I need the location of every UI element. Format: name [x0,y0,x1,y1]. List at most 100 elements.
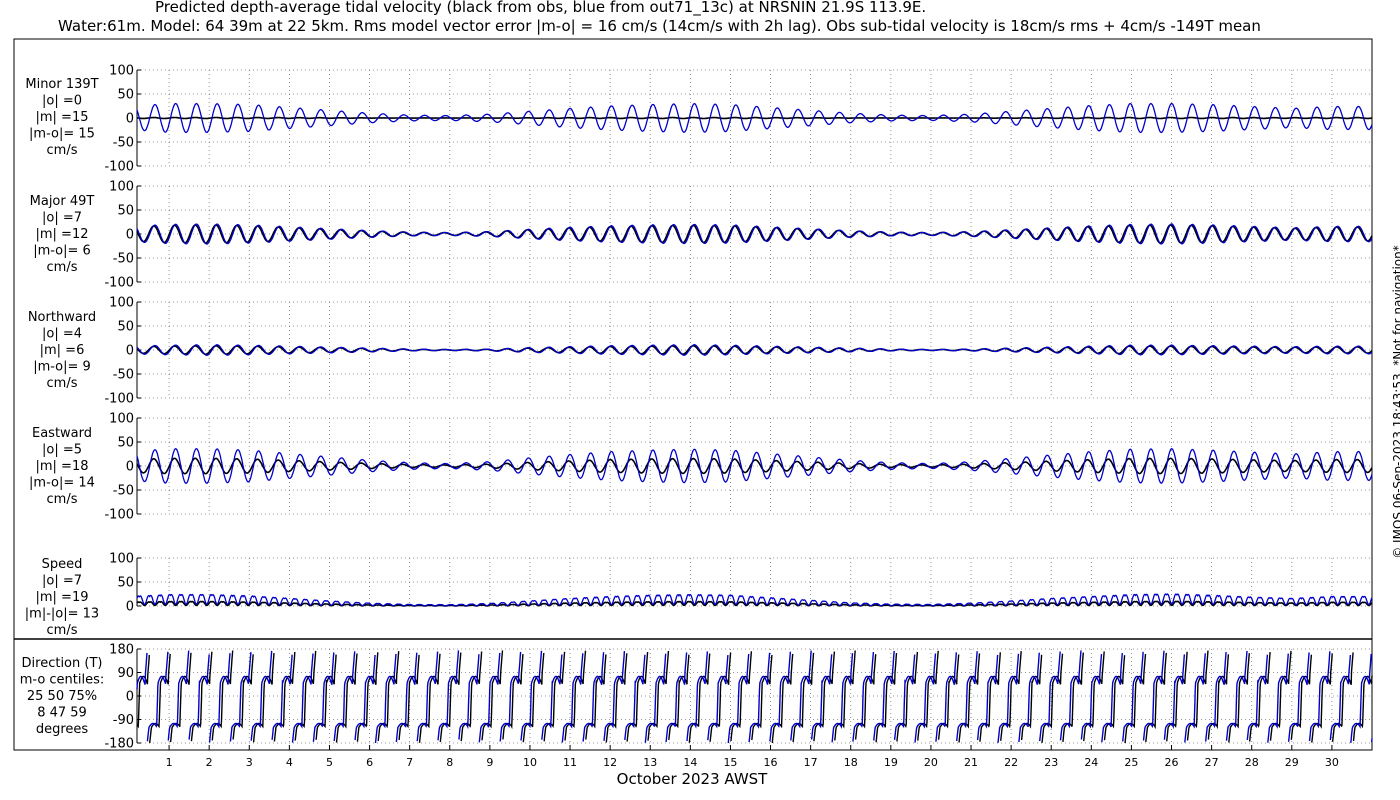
panel-label: Minor 139T [25,77,98,92]
x-tick-label: 20 [924,756,938,769]
x-tick-label: 26 [1165,756,1179,769]
x-tick-label: 6 [366,756,373,769]
panel-label: |o| =7 [42,211,82,226]
x-tick-label: 22 [1004,756,1018,769]
y-tick-label: 0 [126,344,134,359]
x-tick-label: 2 [206,756,213,769]
y-tick-label: 100 [109,296,134,311]
panel-label: |m-o|= 6 [33,244,91,259]
x-tick-label: 5 [326,756,333,769]
x-tick-label: 17 [804,756,818,769]
panel-label: |m| =6 [40,343,85,358]
y-tick-label: 50 [117,88,134,103]
panel-label: Speed [42,557,83,572]
x-axis-label: October 2023 AWST [617,770,769,788]
y-tick-label: 0 [126,600,134,615]
y-tick-label: 50 [117,320,134,335]
x-tick-label: 21 [964,756,978,769]
panel-label: degrees [36,722,89,737]
x-tick-label: 9 [486,756,493,769]
panel-label: Direction (T) [22,656,103,671]
y-tick-label: -180 [104,737,134,752]
x-tick-label: 8 [446,756,453,769]
panel-label: cm/s [47,623,78,638]
y-tick-label: -50 [113,252,134,267]
panel-label: |o| =7 [42,574,82,589]
x-tick-label: 29 [1285,756,1299,769]
x-tick-label: 18 [844,756,858,769]
y-tick-label: 50 [117,576,134,591]
y-tick-label: 0 [126,460,134,475]
y-tick-label: -100 [104,160,134,175]
panel-label: Eastward [32,426,92,441]
panel-label: |m| =12 [36,227,89,242]
y-tick-label: 100 [109,412,134,427]
y-tick-label: 90 [117,666,134,681]
panel-major: 100 50 0 -50 -100 Major 49T |o| =7|m| =12 |m-o|… [30,180,1373,291]
x-tick-label: 28 [1245,756,1259,769]
x-tick-label: 23 [1044,756,1058,769]
y-tick-label: 100 [109,64,134,79]
x-tick-label: 13 [643,756,657,769]
y-tick-label: 100 [109,552,134,567]
panel-label: 25 50 75% [27,689,97,704]
panel-label: |m|-|o|= 13 [25,607,99,622]
x-tick-label: 12 [603,756,617,769]
y-tick-label: 0 [126,228,134,243]
y-tick-label: -50 [113,136,134,151]
panel-label: |o| =0 [42,94,82,109]
panel-label: cm/s [47,376,78,391]
panel-label: |m-o|= 14 [29,476,95,491]
x-tick-label: 10 [523,756,537,769]
x-tick-label: 4 [286,756,293,769]
y-tick-label: -50 [113,484,134,499]
x-tick-label: 25 [1124,756,1138,769]
panel-label: |m| =19 [36,590,89,605]
panel-label: |m-o|= 9 [33,360,91,375]
y-tick-label: -90 [113,713,134,728]
x-tick-label: 11 [563,756,577,769]
panel-eastward: 100 50 0 -50 -100 Eastward |o| =5|m| =18 |m-o|=… [29,412,1373,523]
y-tick-label: 50 [117,204,134,219]
y-tick-label: 0 [126,690,134,705]
x-tick-label: 15 [723,756,737,769]
x-tick-label: 1 [166,756,173,769]
panel-direction: 180 90 0 -90 -180 Direction (T) m-o centiles:2… [20,643,1373,752]
tidal-velocity-chart: 1 2 3 4 5 6 7 8 9 10 11 12 13 14 15 16 17 18 19 20 21 22 23 24 2… [13,38,1373,788]
x-tick-label: 14 [683,756,697,769]
y-tick-label: -100 [104,392,134,407]
panel-label: 8 47 59 [37,706,87,721]
x-tick-label: 19 [884,756,898,769]
panel-label: |m| =18 [36,459,89,474]
panel-label: |m-o|= 15 [29,127,95,142]
y-tick-label: -50 [113,368,134,383]
panel-label: m-o centiles: [20,673,105,688]
x-tick-label: 24 [1084,756,1098,769]
panel-speed: 100 50 0 Speed |o| =7|m| =19 |m|-|o|= 13cm/s [25,552,1373,638]
panel-label: Major 49T [30,194,95,209]
x-tick-label: 7 [406,756,413,769]
y-tick-label: -100 [104,508,134,523]
panel-label: Northward [28,310,96,325]
y-tick-label: -100 [104,276,134,291]
x-tick-label: 3 [246,756,253,769]
panel-minor: 100 50 0 -50 -100 Minor 139T |o| =0|m| =15 |m-o… [25,64,1373,175]
y-tick-label: 50 [117,436,134,451]
outer-frame [13,38,1373,751]
y-tick-label: 0 [126,112,134,127]
model-series-line [136,344,1373,356]
model-series-line [136,223,1373,245]
panel-label: |o| =4 [42,327,82,342]
x-tick-label: 16 [764,756,778,769]
y-tick-label: 100 [109,180,134,195]
panel-label: cm/s [47,260,78,275]
x-tick-label: 27 [1205,756,1219,769]
panel-label: |m| =15 [36,110,89,125]
x-tick-label: 30 [1325,756,1339,769]
y-tick-label: 180 [109,643,134,658]
panel-label: cm/s [47,492,78,507]
panel-label: |o| =5 [42,443,82,458]
panel-label: cm/s [47,143,78,158]
panel-northward: 100 50 0 -50 -100 Northward |o| =4|m| =6 |m-o|=… [28,296,1373,407]
model-series-line [136,448,1373,485]
